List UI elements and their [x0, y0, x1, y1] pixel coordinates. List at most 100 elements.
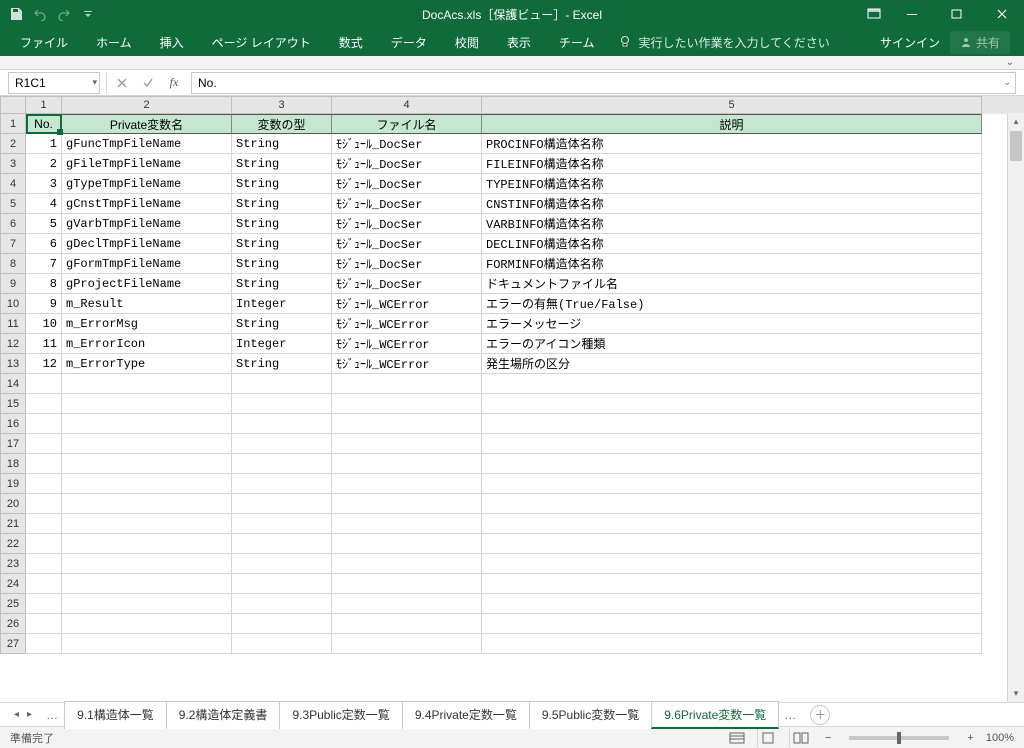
table-cell[interactable] [482, 514, 982, 534]
undo-icon[interactable] [32, 6, 48, 22]
table-cell[interactable] [26, 454, 62, 474]
table-cell[interactable] [332, 394, 482, 414]
table-cell[interactable]: String [232, 154, 332, 174]
table-cell[interactable]: Integer [232, 294, 332, 314]
row-header[interactable]: 25 [0, 594, 26, 614]
table-cell[interactable]: String [232, 314, 332, 334]
tell-me-search[interactable]: 実行したい作業を入力してください [608, 34, 829, 51]
table-header-cell[interactable]: 変数の型 [232, 114, 332, 134]
table-cell[interactable]: m_ErrorMsg [62, 314, 232, 334]
table-cell[interactable] [26, 614, 62, 634]
sheet-tab[interactable]: 9.5Public変数一覧 [529, 701, 652, 729]
table-cell[interactable]: 11 [26, 334, 62, 354]
row-header[interactable]: 4 [0, 174, 26, 194]
insert-function-button[interactable]: fx [161, 72, 187, 94]
table-cell[interactable]: ﾓｼﾞｭｰﾙ_WCError [332, 354, 482, 374]
col-header[interactable]: 1 [26, 96, 62, 114]
table-cell[interactable]: 2 [26, 154, 62, 174]
table-header-cell[interactable]: No. [26, 114, 62, 134]
name-box[interactable]: R1C1 ▾ [8, 72, 100, 94]
table-cell[interactable] [26, 434, 62, 454]
table-cell[interactable] [482, 534, 982, 554]
table-cell[interactable] [332, 474, 482, 494]
table-header-cell[interactable]: Private変数名 [62, 114, 232, 134]
row-header[interactable]: 15 [0, 394, 26, 414]
scroll-down-icon[interactable]: ▾ [1008, 685, 1024, 702]
chevron-down-icon[interactable]: ▾ [92, 77, 97, 88]
table-header-cell[interactable]: ファイル名 [332, 114, 482, 134]
worksheet-grid[interactable]: 1 2 3 4 5 1No.Private変数名変数の型ファイル名説明21gFu… [0, 96, 1024, 702]
table-cell[interactable]: 9 [26, 294, 62, 314]
table-cell[interactable]: String [232, 354, 332, 374]
table-cell[interactable] [482, 554, 982, 574]
table-cell[interactable] [482, 474, 982, 494]
table-cell[interactable]: エラーメッセージ [482, 314, 982, 334]
table-cell[interactable] [62, 474, 232, 494]
table-cell[interactable] [332, 414, 482, 434]
table-cell[interactable]: 4 [26, 194, 62, 214]
table-cell[interactable] [62, 574, 232, 594]
table-cell[interactable]: 6 [26, 234, 62, 254]
table-cell[interactable]: ﾓｼﾞｭｰﾙ_DocSer [332, 234, 482, 254]
signin-link[interactable]: サインイン [880, 34, 940, 51]
ribbon-tab-pagelayout[interactable]: ページ レイアウト [198, 28, 325, 56]
table-cell[interactable] [482, 574, 982, 594]
table-cell[interactable] [232, 594, 332, 614]
tab-nav-next-icon[interactable]: ▸ [27, 709, 32, 720]
close-button[interactable] [979, 0, 1024, 28]
row-header[interactable]: 10 [0, 294, 26, 314]
table-cell[interactable] [232, 534, 332, 554]
sheet-tab[interactable]: 9.4Private定数一覧 [402, 701, 530, 729]
maximize-button[interactable] [934, 0, 979, 28]
table-cell[interactable] [232, 414, 332, 434]
row-header[interactable]: 24 [0, 574, 26, 594]
row-header[interactable]: 20 [0, 494, 26, 514]
table-cell[interactable]: 7 [26, 254, 62, 274]
table-cell[interactable] [62, 454, 232, 474]
table-cell[interactable]: FORMINFO構造体名称 [482, 254, 982, 274]
ribbon-tab-insert[interactable]: 挿入 [146, 28, 198, 56]
ribbon-display-icon[interactable] [859, 0, 889, 28]
table-cell[interactable]: PROCINFO構造体名称 [482, 134, 982, 154]
table-cell[interactable] [62, 494, 232, 514]
table-cell[interactable] [482, 454, 982, 474]
zoom-out-button[interactable]: − [821, 732, 835, 744]
share-button[interactable]: 共有 [950, 31, 1010, 54]
table-cell[interactable]: VARBINFO構造体名称 [482, 214, 982, 234]
table-cell[interactable] [332, 434, 482, 454]
table-cell[interactable] [482, 434, 982, 454]
ribbon-tab-view[interactable]: 表示 [493, 28, 545, 56]
table-cell[interactable] [332, 454, 482, 474]
table-cell[interactable] [26, 514, 62, 534]
table-cell[interactable] [232, 554, 332, 574]
table-cell[interactable]: String [232, 254, 332, 274]
table-cell[interactable] [332, 374, 482, 394]
table-cell[interactable] [62, 594, 232, 614]
table-cell[interactable] [26, 534, 62, 554]
table-cell[interactable] [482, 394, 982, 414]
table-cell[interactable] [62, 374, 232, 394]
row-header[interactable]: 19 [0, 474, 26, 494]
table-cell[interactable] [26, 494, 62, 514]
table-cell[interactable] [232, 574, 332, 594]
row-header[interactable]: 7 [0, 234, 26, 254]
table-cell[interactable] [62, 614, 232, 634]
table-cell[interactable] [232, 634, 332, 654]
table-cell[interactable]: ﾓｼﾞｭｰﾙ_DocSer [332, 154, 482, 174]
table-cell[interactable] [26, 414, 62, 434]
sheet-tab[interactable]: 9.2構造体定義書 [166, 701, 281, 729]
table-cell[interactable] [482, 614, 982, 634]
row-header[interactable]: 17 [0, 434, 26, 454]
ribbon-tab-home[interactable]: ホーム [82, 28, 146, 56]
row-header[interactable]: 27 [0, 634, 26, 654]
table-cell[interactable] [62, 534, 232, 554]
row-header[interactable]: 3 [0, 154, 26, 174]
table-header-cell[interactable]: 説明 [482, 114, 982, 134]
row-header[interactable]: 11 [0, 314, 26, 334]
row-header[interactable]: 18 [0, 454, 26, 474]
table-cell[interactable] [232, 434, 332, 454]
tab-nav-prev-icon[interactable]: ◂ [14, 709, 19, 720]
table-cell[interactable]: 10 [26, 314, 62, 334]
table-cell[interactable] [482, 414, 982, 434]
table-cell[interactable]: ﾓｼﾞｭｰﾙ_WCError [332, 314, 482, 334]
